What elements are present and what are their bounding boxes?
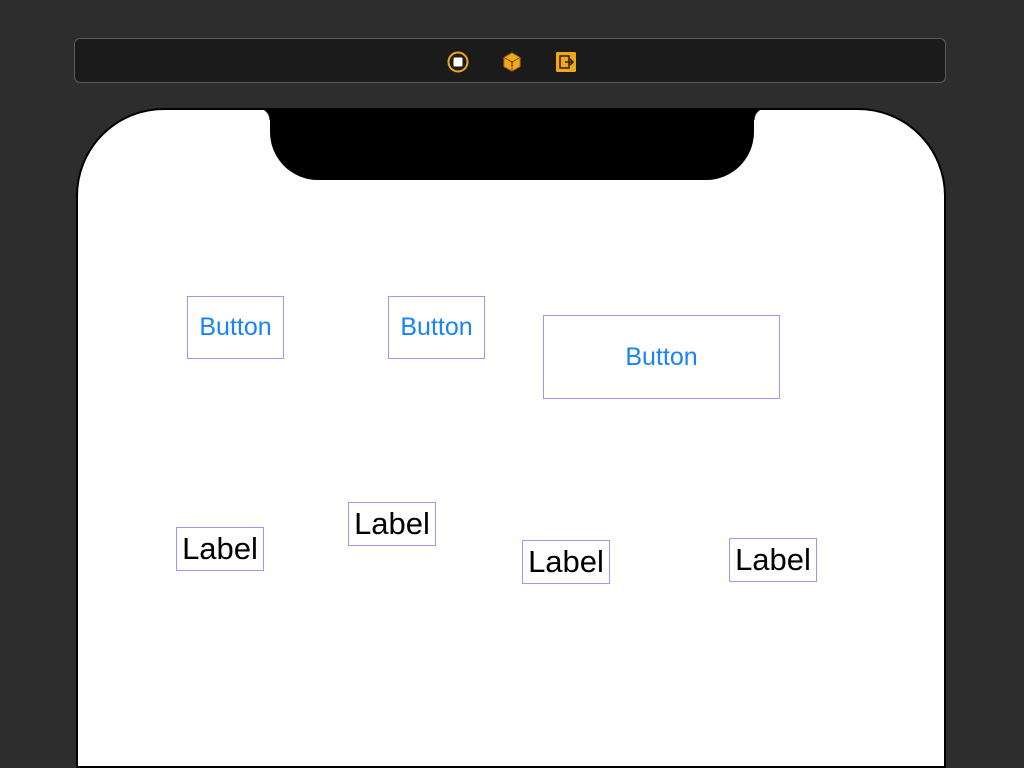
exit-icon[interactable] [555, 51, 577, 73]
svg-text:1: 1 [510, 61, 514, 68]
device-canvas: Button Button Button Label Label Label L… [76, 108, 946, 768]
button-1[interactable]: Button [187, 296, 284, 359]
first-responder-icon[interactable]: 1 [501, 51, 523, 73]
device-notch [258, 108, 766, 180]
label-4: Label [729, 538, 817, 582]
label-1: Label [176, 527, 264, 571]
button-3[interactable]: Button [543, 315, 780, 399]
label-3: Label [522, 540, 610, 584]
view-controller-icon[interactable] [447, 51, 469, 73]
button-2[interactable]: Button [388, 296, 485, 359]
label-2: Label [348, 502, 436, 546]
scene-dock: 1 [74, 38, 946, 83]
